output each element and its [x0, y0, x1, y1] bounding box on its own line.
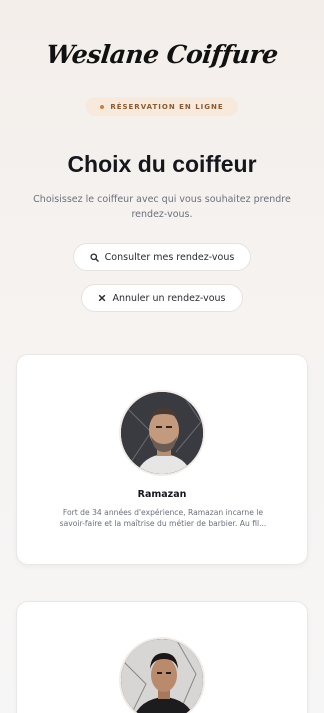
barber-avatar [119, 637, 205, 713]
search-icon [90, 252, 99, 262]
page-subtitle: Choisissez le coiffeur avec qui vous sou… [33, 194, 291, 220]
brand-logo: Weslane Coiffure [44, 40, 280, 69]
barber-name: Ramazan [137, 489, 187, 500]
cancel-appointment-label: Annuler un rendez-vous [112, 292, 226, 304]
consult-appointments-label: Consulter mes rendez-vous [104, 251, 235, 263]
barber-description: Fort de 34 années d'expérience, Ramazan … [59, 508, 267, 528]
page-title: Choix du coiffeur [67, 151, 257, 177]
consult-appointments-button[interactable]: Consulter mes rendez-vous [73, 243, 251, 271]
badge-label: RÉSERVATION EN LIGNE [110, 102, 224, 111]
online-booking-badge: RÉSERVATION EN LIGNE [86, 97, 238, 116]
cancel-appointment-button[interactable]: Annuler un rendez-vous [81, 284, 243, 312]
barber-card[interactable] [16, 601, 308, 713]
barber-card-ramazan[interactable]: Ramazan Fort de 34 années d'expérience, … [16, 354, 308, 565]
barber-avatar [119, 390, 205, 476]
badge-dot [100, 104, 105, 109]
close-icon [98, 294, 106, 302]
